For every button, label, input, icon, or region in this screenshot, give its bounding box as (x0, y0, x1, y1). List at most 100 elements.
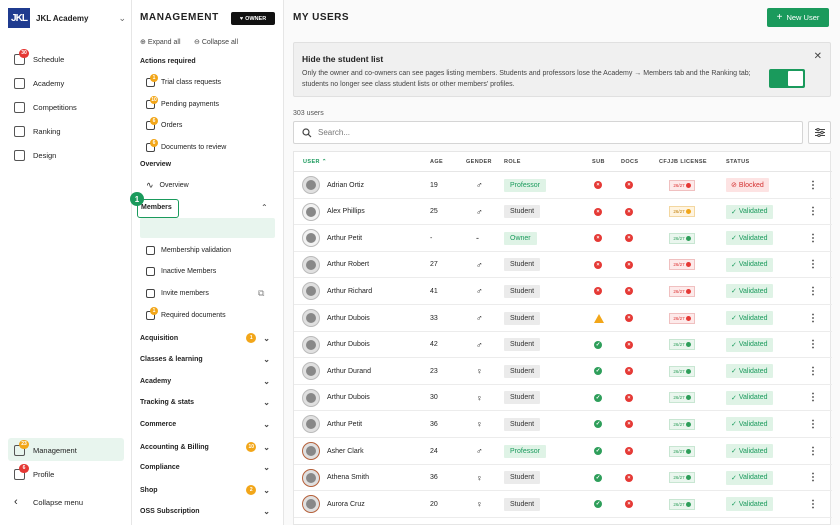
user-name[interactable]: Aurora Cruz (327, 491, 365, 517)
table-row[interactable]: Arthur Robert 27 ♂ Student × × 26/27 ✓ Validated… (294, 252, 832, 279)
more-options-icon[interactable]: ⋮ (808, 465, 818, 491)
user-name[interactable]: Adrian Ortiz (327, 172, 364, 198)
more-options-icon[interactable]: ⋮ (808, 358, 818, 384)
column-header-status: STATUS (726, 159, 750, 165)
table-row[interactable]: Arthur Dubois 30 ♀ Student ✓ × 26/27 ✓ Validated… (294, 385, 832, 412)
more-options-icon[interactable]: ⋮ (808, 411, 818, 437)
column-header-user[interactable]: USER ⌃ (303, 159, 327, 165)
category-tracking-stats[interactable]: Tracking & stats ⌄ (140, 398, 270, 407)
more-options-icon[interactable]: ⋮ (808, 252, 818, 278)
nav-item-schedule[interactable]: 30 Schedule (14, 48, 64, 66)
role-badge: Owner (504, 231, 537, 245)
category-label: Accounting & Billing (140, 443, 209, 451)
category-compliance[interactable]: Compliance ⌄ (140, 463, 270, 472)
table-row[interactable]: Arthur Richard 41 ♂ Student × × 26/27 ✓ Validate… (294, 278, 832, 305)
user-name[interactable]: Arthur Dubois (327, 332, 370, 358)
category-accounting-billing[interactable]: Accounting & Billing 10 ⌄ (140, 442, 270, 452)
members-item-invite-members[interactable]: Invite members ⧉ (146, 286, 264, 300)
table-row[interactable]: Aurora Cruz 20 ♀ Student ✓ × 26/27 ✓ Validated ⋮ (294, 491, 832, 518)
check-icon: ✓ (594, 393, 602, 402)
more-options-icon[interactable]: ⋮ (808, 305, 818, 331)
table-row[interactable]: Adrian Ortiz 19 ♂ Professor × × 26/27 ⊘ Blocked ⋮ (294, 172, 832, 199)
license-cell: 26/27 (669, 225, 695, 251)
table-row[interactable]: Alex Phillips 25 ♂ Student × × 26/27 ✓ Validated… (294, 199, 832, 226)
action-item[interactable]: 6 Documents to review (146, 138, 226, 154)
user-name[interactable]: Alex Phillips (327, 199, 365, 225)
user-name[interactable]: Arthur Richard (327, 278, 372, 304)
user-age: 24 (430, 447, 438, 455)
user-name[interactable]: Athena Smith (327, 465, 369, 491)
status-cell: ✓ Validated (726, 491, 773, 517)
nav-item-profile[interactable]: 6 Profile (14, 463, 54, 481)
table-row[interactable]: Athena Smith 36 ♀ Student ✓ × 26/27 ✓ Validated ⋮ (294, 465, 832, 492)
user-name[interactable]: Arthur Dubois (327, 385, 370, 411)
membership-icon (146, 245, 155, 255)
members-item-required-documents[interactable]: 1 Required documents (146, 306, 226, 322)
check-icon: ✓ (594, 340, 602, 349)
more-options-icon[interactable]: ⋮ (808, 225, 818, 251)
category-oss-subscription[interactable]: OSS Subscription ⌄ (140, 507, 270, 516)
table-row[interactable]: Arthur Dubois 42 ♂ Student ✓ × 26/27 ✓ Validated… (294, 332, 832, 359)
user-name[interactable]: Asher Clark (327, 438, 364, 464)
user-name[interactable]: Arthur Robert (327, 252, 369, 278)
close-icon[interactable]: ✕ (814, 51, 822, 62)
role-cell: Owner (504, 225, 537, 251)
user-age: 25 (430, 208, 438, 216)
nav-item-management[interactable]: 23 Management (14, 439, 77, 457)
members-item-membership-validation[interactable]: Membership validation (146, 243, 231, 257)
table-row[interactable]: Arthur Durand 23 ♀ Student ✓ × 26/27 ✓ Validated… (294, 358, 832, 385)
action-item[interactable]: 10 Pending payments (146, 95, 219, 111)
avatar-silhouette (306, 286, 316, 297)
category-classes-learning[interactable]: Classes & learning ⌄ (140, 355, 270, 364)
nav-item-design[interactable]: Design (14, 148, 56, 162)
table-row[interactable]: Arthur Petit 36 ♀ Student ✓ × 26/27 ✓ Validated ⋮ (294, 411, 832, 438)
more-options-icon[interactable]: ⋮ (808, 278, 818, 304)
docs-cell: × (625, 172, 633, 198)
docs-cell: × (625, 411, 633, 437)
user-name[interactable]: Arthur Dubois (327, 305, 370, 331)
check-icon: ✓ (594, 367, 602, 376)
chevron-down-icon: ⌄ (263, 333, 270, 343)
more-options-icon[interactable]: ⋮ (808, 491, 818, 517)
nav-item-competitions[interactable]: Competitions (14, 100, 77, 114)
chevron-up-icon[interactable]: ⌃ (261, 203, 268, 212)
nav-item-ranking[interactable]: Ranking (14, 124, 61, 138)
overview-item[interactable]: ∿ Overview (146, 178, 189, 192)
category-commerce[interactable]: Commerce ⌄ (140, 420, 270, 429)
user-name[interactable]: Arthur Petit (327, 225, 362, 251)
collapse-all-button[interactable]: ⊖ Collapse all (194, 38, 238, 46)
table-row[interactable]: Asher Clark 24 ♂ Professor ✓ × 26/27 ✓ Validated… (294, 438, 832, 465)
more-options-icon[interactable]: ⋮ (808, 199, 818, 225)
table-row[interactable]: Arthur Dubois 33 ♂ Student × 26/27 ✓ Validated ⋮ (294, 305, 832, 332)
check-circle-icon: ✓ (731, 501, 737, 509)
user-name[interactable]: Arthur Durand (327, 358, 371, 384)
user-name[interactable]: Arthur Petit (327, 411, 362, 437)
status-cell: ✓ Validated (726, 358, 773, 384)
role-cell: Student (504, 385, 541, 411)
role-cell: Student (504, 332, 541, 358)
academy-switcher[interactable]: JKL JKL Academy ⌄ (8, 8, 126, 28)
copy-icon[interactable]: ⧉ (258, 288, 264, 299)
license-season: 26/27 (673, 421, 685, 427)
action-item[interactable]: 1 Trial class requests (146, 73, 221, 89)
more-options-icon[interactable]: ⋮ (808, 438, 818, 464)
filter-button[interactable] (808, 121, 831, 144)
new-user-button[interactable]: + New User (767, 8, 829, 27)
action-item[interactable]: 6 Orders (146, 116, 182, 132)
hide-student-list-toggle[interactable] (769, 69, 805, 88)
nav-item-collapse-menu[interactable]: ‹ Collapse menu (14, 495, 83, 509)
category-shop[interactable]: Shop 2 ⌄ (140, 485, 270, 495)
more-options-icon[interactable]: ⋮ (808, 172, 818, 198)
table-row[interactable]: Arthur Petit - - Owner × × 26/27 ✓ Validated ⋮ (294, 225, 832, 252)
license-season: 26/27 (673, 448, 685, 454)
expand-all-button[interactable]: ⊕ Expand all (140, 38, 181, 46)
more-options-icon[interactable]: ⋮ (808, 332, 818, 358)
category-academy[interactable]: Academy ⌄ (140, 377, 270, 386)
search-bar[interactable]: Search... (293, 121, 803, 144)
nav-item-academy[interactable]: Academy (14, 76, 64, 90)
members-item-inactive-members[interactable]: Inactive Members (146, 264, 216, 278)
ranking-icon (14, 125, 25, 137)
category-acquisition[interactable]: Acquisition 1 ⌄ (140, 333, 270, 343)
more-options-icon[interactable]: ⋮ (808, 385, 818, 411)
search-input[interactable]: Search... (318, 128, 350, 137)
